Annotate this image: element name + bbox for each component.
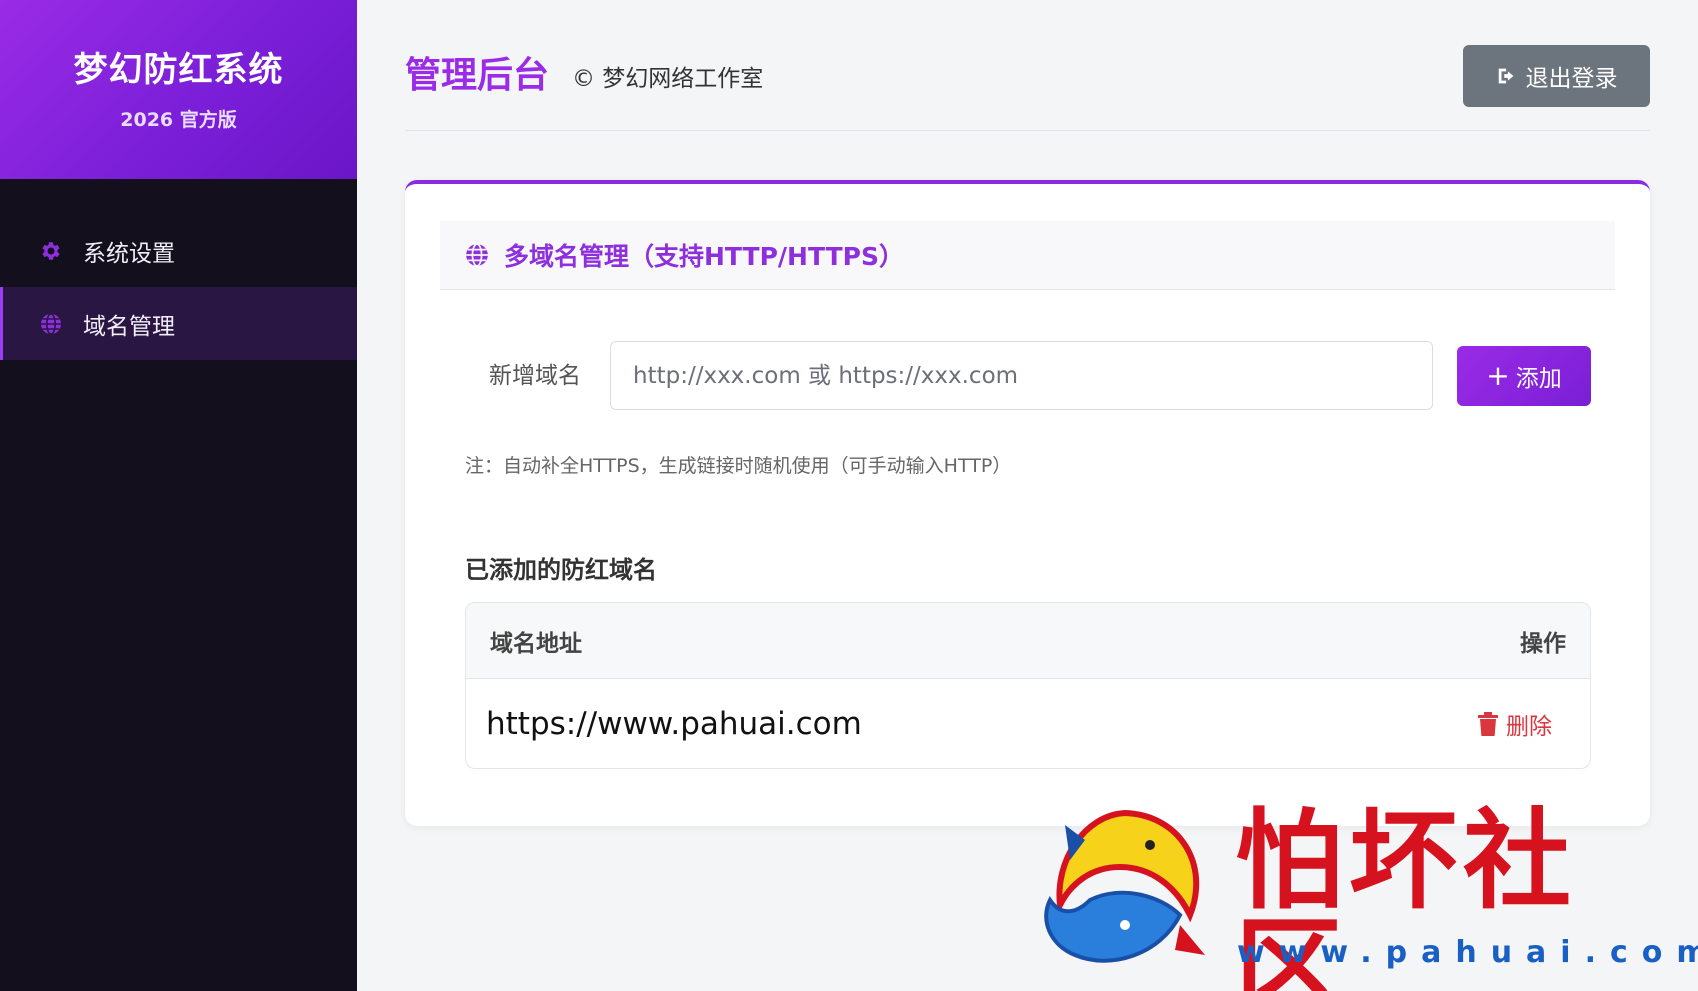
brand: 梦幻防红系统 2026 官方版 bbox=[0, 0, 357, 179]
header: 管理后台 © 梦幻网络工作室 退出登录 bbox=[405, 0, 1650, 131]
sidebar-item-system-settings[interactable]: 系统设置 bbox=[0, 214, 357, 287]
sidebar-item-domain-management[interactable]: 域名管理 bbox=[0, 287, 357, 360]
sidebar-item-label: 系统设置 bbox=[83, 240, 175, 267]
delete-label: 删除 bbox=[1506, 714, 1552, 740]
domain-cell: https://www.pahuai.com bbox=[486, 706, 862, 742]
brand-subtitle: 2026 官方版 bbox=[120, 108, 237, 131]
sign-out-icon bbox=[1498, 68, 1513, 84]
globe-icon bbox=[41, 312, 61, 335]
table-header: 域名地址 操作 bbox=[466, 603, 1590, 679]
plus-icon: + bbox=[1486, 359, 1510, 392]
card-header: 多域名管理（支持HTTP/HTTPS） bbox=[440, 221, 1615, 290]
column-header-domain: 域名地址 bbox=[490, 630, 582, 657]
domain-input[interactable] bbox=[610, 341, 1433, 410]
watermark: 怕坏社区 www.pahuai.com bbox=[1030, 805, 1698, 991]
table-row: https://www.pahuai.com 删除 bbox=[466, 679, 1590, 768]
column-header-action: 操作 bbox=[1520, 630, 1566, 657]
globe-icon bbox=[466, 243, 488, 267]
add-label: 添加 bbox=[1515, 366, 1562, 392]
watermark-url: www.pahuai.com bbox=[1237, 935, 1698, 970]
brand-title: 梦幻防红系统 bbox=[73, 49, 284, 90]
page-title: 管理后台 bbox=[405, 55, 550, 96]
copyright-text: © 梦幻网络工作室 bbox=[572, 66, 764, 92]
domain-management-card: 多域名管理（支持HTTP/HTTPS） 新增域名 + 添加 注：自动补全HTTP… bbox=[405, 180, 1650, 826]
help-note: 注：自动补全HTTPS，生成链接时随机使用（可手动输入HTTP） bbox=[465, 455, 1012, 477]
gear-icon bbox=[42, 241, 60, 260]
trash-icon bbox=[1478, 712, 1498, 736]
domain-table: 域名地址 操作 https://www.pahuai.com 删除 bbox=[465, 602, 1591, 769]
sidebar: 梦幻防红系统 2026 官方版 系统设置 域名管理 bbox=[0, 0, 357, 991]
card-title: 多域名管理（支持HTTP/HTTPS） bbox=[504, 242, 904, 271]
domain-list-title: 已添加的防红域名 bbox=[465, 556, 657, 584]
new-domain-label: 新增域名 bbox=[489, 363, 581, 389]
sidebar-item-label: 域名管理 bbox=[83, 313, 175, 340]
logout-button[interactable]: 退出登录 bbox=[1463, 45, 1650, 107]
fish-logo-icon bbox=[1044, 809, 1205, 963]
sidebar-nav: 系统设置 域名管理 bbox=[0, 214, 357, 360]
add-domain-button[interactable]: + 添加 bbox=[1457, 346, 1591, 406]
delete-button[interactable]: 删除 bbox=[1478, 707, 1552, 741]
logout-label: 退出登录 bbox=[1525, 66, 1618, 92]
